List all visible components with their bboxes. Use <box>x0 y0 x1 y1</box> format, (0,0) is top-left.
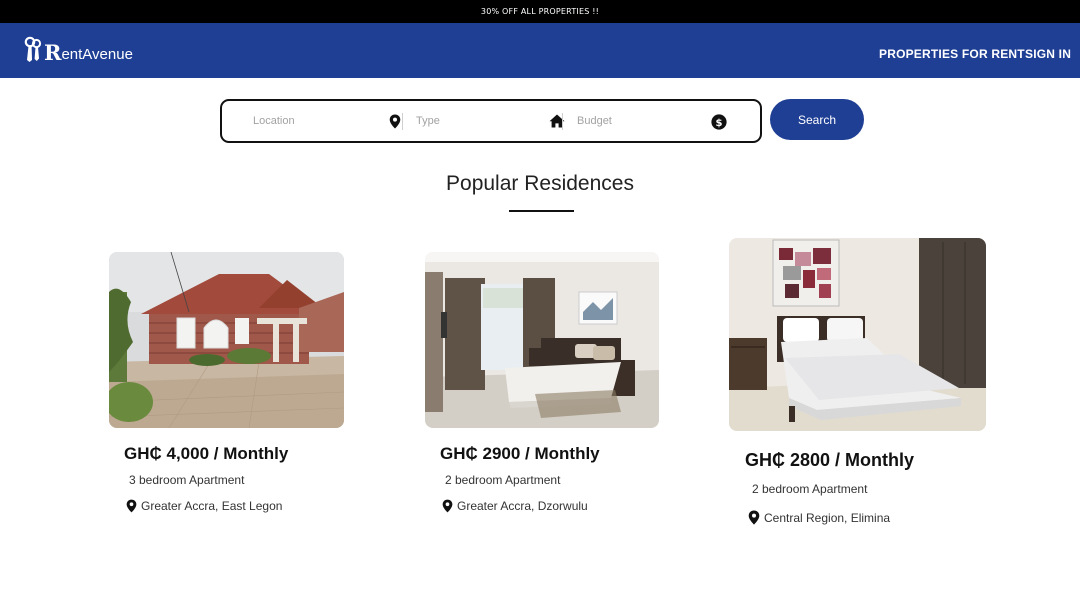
listing-image[interactable] <box>109 252 344 428</box>
listing-location: Greater Accra, East Legon <box>126 499 282 513</box>
listing-location-text: Greater Accra, Dzorwulu <box>457 499 588 513</box>
listing-location: Greater Accra, Dzorwulu <box>442 499 588 513</box>
brand-logo[interactable]: R entAvenue <box>24 36 133 63</box>
search-bar: $ <box>220 99 762 143</box>
type-input[interactable] <box>416 115 536 127</box>
listing-location: Central Region, Elimina <box>748 510 890 525</box>
location-input[interactable] <box>253 115 373 127</box>
svg-text:$: $ <box>716 118 723 129</box>
bedroom-photo <box>425 252 659 428</box>
bedroom-photo <box>729 238 986 431</box>
listing-type: 2 bedroom Apartment <box>445 473 561 487</box>
listing-image[interactable] <box>425 252 659 428</box>
location-pin-icon <box>748 510 760 525</box>
house-photo <box>109 252 344 428</box>
promo-text: 30% OFF ALL PROPERTIES !! <box>480 7 600 16</box>
location-pin-icon <box>389 114 401 129</box>
budget-input[interactable] <box>577 115 697 127</box>
type-field-wrapper <box>416 101 536 141</box>
search-button[interactable]: Search <box>770 99 864 140</box>
title-underline <box>509 210 574 212</box>
section-title: Popular Residences <box>446 172 634 195</box>
nav-link-sign-in[interactable]: SIGN IN <box>1025 47 1071 61</box>
top-navbar: R entAvenue PROPERTIES FOR RENT SIGN IN <box>0 23 1080 78</box>
logo-initial: R <box>44 40 62 65</box>
listing-type: 2 bedroom Apartment <box>752 482 868 496</box>
listing-image[interactable] <box>729 238 986 431</box>
field-divider <box>402 113 403 130</box>
location-pin-icon <box>442 499 453 513</box>
promo-banner: 30% OFF ALL PROPERTIES !! <box>0 0 1080 23</box>
listing-price: GH₵ 4,000 / Monthly <box>124 444 289 463</box>
listing-price: GH₵ 2800 / Monthly <box>745 450 915 470</box>
listing-location-text: Greater Accra, East Legon <box>141 499 283 513</box>
location-pin-icon <box>126 499 137 513</box>
listing-price: GH₵ 2900 / Monthly <box>440 444 600 463</box>
location-field-wrapper <box>253 101 373 141</box>
nav-link-properties-for-rent[interactable]: PROPERTIES FOR RENT <box>879 47 1025 61</box>
keys-icon <box>24 36 42 62</box>
dollar-icon: $ <box>711 114 727 130</box>
listing-type: 3 bedroom Apartment <box>129 473 245 487</box>
logo-text: entAvenue <box>61 46 133 63</box>
field-divider <box>562 113 563 130</box>
listing-location-text: Central Region, Elimina <box>764 510 891 525</box>
budget-field-wrapper <box>577 101 697 141</box>
